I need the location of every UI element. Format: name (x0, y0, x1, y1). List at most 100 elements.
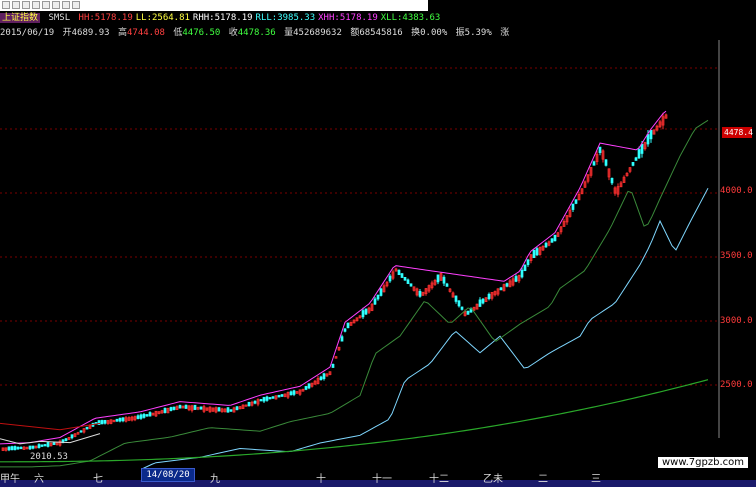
candle-body-15 (46, 441, 50, 447)
candle-body-48 (145, 414, 149, 417)
toolbar-icon-2[interactable] (12, 1, 20, 9)
toolbar-icon-6[interactable] (52, 1, 60, 9)
open-label: 开 (62, 28, 72, 38)
candle-body-57 (172, 406, 176, 410)
candle-body-173 (520, 269, 524, 278)
candle-body-151 (454, 295, 458, 302)
y-tick-2500: 2500.0 (720, 380, 753, 390)
candle-body-84 (253, 400, 257, 404)
toolbar-icon-3[interactable] (22, 1, 30, 9)
candle-body-181 (544, 242, 548, 248)
indicator-value-3: RLL:3985.33 (255, 13, 316, 23)
amplitude-value: 5.39% (464, 28, 492, 38)
candle-body-134 (403, 276, 407, 281)
candle-body-90 (271, 396, 275, 399)
candle-body-61 (184, 404, 188, 409)
candle-body-40 (121, 417, 125, 422)
low-value: 4476.50 (182, 28, 221, 38)
x-label-2: 七 (93, 474, 103, 485)
high-label: 高 (117, 28, 127, 38)
candle-body-120 (361, 310, 365, 318)
toolbar-icon-1[interactable] (2, 1, 10, 9)
candle-body-96 (289, 391, 293, 396)
candle-body-126 (379, 288, 383, 296)
candle-body-39 (118, 417, 122, 422)
candle-body-136 (409, 283, 413, 287)
candle-body-66 (199, 406, 203, 410)
candle-body-45 (136, 415, 140, 419)
candle-body-28 (85, 426, 89, 430)
indicator-value-0: HH:5178.19 (78, 13, 133, 23)
change-label: 涨 (500, 28, 510, 38)
candle-body-82 (247, 401, 251, 407)
candle-body-92 (277, 394, 281, 398)
candle-body-175 (526, 259, 530, 265)
candle-body-87 (262, 397, 266, 402)
candle-body-106 (319, 376, 323, 381)
toolbar-icon-5[interactable] (42, 1, 50, 9)
close-value: 4478.36 (237, 28, 276, 38)
candle-body-212 (637, 149, 641, 159)
candle-body-171 (514, 276, 518, 282)
hh-line (0, 110, 667, 445)
candle-body-191 (574, 199, 578, 204)
candle-body-6 (19, 446, 23, 450)
candle-body-78 (235, 406, 239, 411)
candle-body-153 (460, 306, 464, 310)
candle-body-59 (178, 404, 182, 409)
candle-body-210 (631, 162, 635, 166)
candle-body-97 (292, 390, 296, 395)
candle-body-26 (79, 430, 83, 433)
candle-body-115 (346, 322, 350, 329)
candle-body-2 (7, 446, 11, 451)
candle-body-166 (499, 287, 503, 291)
candle-body-135 (406, 279, 410, 284)
watermark: www.7gpzb.com (658, 457, 748, 468)
candle-body-49 (148, 412, 152, 417)
candle-body-12 (37, 444, 41, 448)
turnover-value: 0.00% (420, 28, 448, 38)
x-label-7: 乙未 (483, 474, 503, 485)
candle-body-107 (322, 373, 326, 380)
amount-value: 68545816 (359, 28, 403, 38)
candlestick-chart[interactable] (0, 40, 720, 468)
candle-body-168 (505, 283, 509, 287)
candle-body-190 (571, 203, 575, 210)
candle-body-9 (28, 445, 32, 450)
candle-body-56 (169, 407, 173, 411)
candle-body-184 (553, 234, 557, 242)
crosshair-date-box: 14/08/20 (141, 468, 195, 482)
candle-body-10 (31, 445, 35, 449)
candle-body-21 (64, 438, 68, 441)
turnover-label: 换 (411, 28, 421, 38)
indicator-value-1: LL:2564.81 (135, 13, 190, 23)
toolbar-icon-4[interactable] (32, 1, 40, 9)
y-tick-3000: 3000.0 (720, 316, 753, 326)
candle-body-201 (604, 159, 608, 166)
candle-body-121 (364, 308, 368, 315)
x-label-6: 十二 (429, 474, 449, 485)
candle-body-102 (307, 383, 311, 389)
candle-body-125 (376, 294, 380, 300)
candle-body-155 (466, 310, 470, 315)
volume-label: 量 (284, 28, 294, 38)
x-label-4: 十 (316, 474, 326, 485)
candle-body-33 (100, 420, 104, 425)
candle-body-17 (52, 442, 56, 445)
candle-body-148 (445, 283, 449, 287)
candle-body-152 (457, 300, 461, 307)
toolbar-icon-7[interactable] (62, 1, 70, 9)
rll-line (142, 187, 709, 468)
amplitude-label: 振 (455, 28, 465, 38)
candle-body-88 (265, 396, 269, 401)
x-label-0: 甲午 (0, 474, 20, 485)
candle-body-147 (442, 276, 446, 284)
toolbar-icon-8[interactable] (72, 1, 80, 9)
candle-body-114 (343, 328, 347, 332)
candle-body-174 (523, 264, 527, 272)
candle-body-13 (40, 444, 44, 447)
candle-body-203 (610, 177, 614, 184)
indicator-value-4: XHH:5178.19 (318, 13, 378, 23)
open-value: 4689.93 (71, 28, 110, 38)
candle-body-89 (268, 397, 272, 400)
